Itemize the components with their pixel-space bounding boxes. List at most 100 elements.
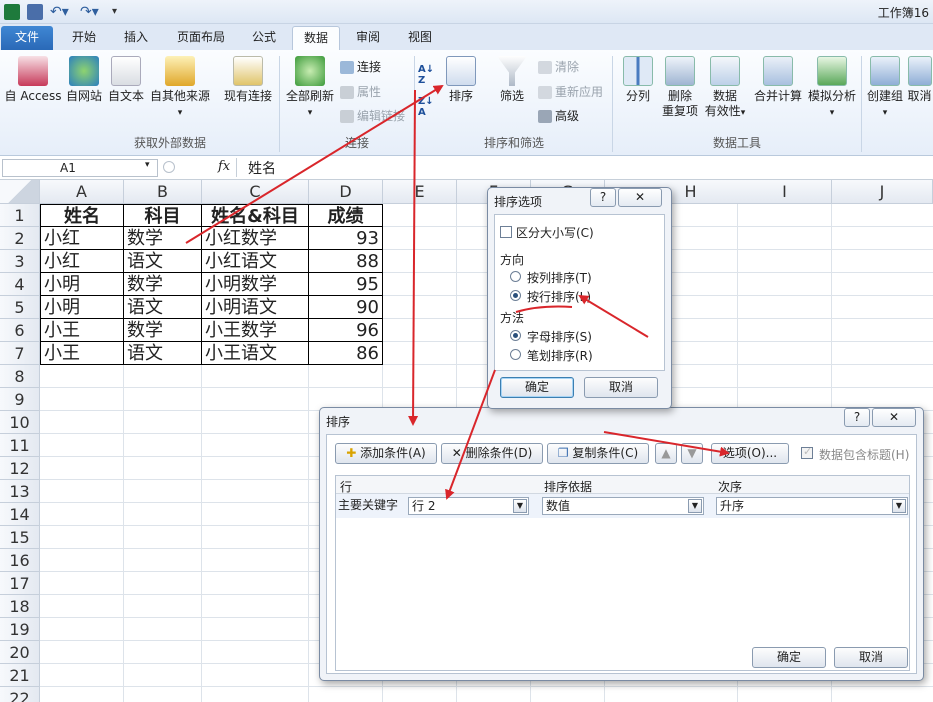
reapply-button[interactable]: 重新应用 bbox=[538, 84, 603, 100]
text-to-columns-button[interactable]: 分列 bbox=[618, 56, 658, 104]
cell[interactable]: 小王语文 bbox=[202, 342, 309, 365]
column-header-c[interactable]: C bbox=[202, 180, 309, 204]
cell[interactable]: 88 bbox=[309, 250, 383, 273]
close-button[interactable]: ✕ bbox=[872, 408, 916, 427]
customize-qat-icon[interactable]: ▾ bbox=[112, 4, 124, 20]
data-validation-button[interactable]: 数据 有效性▾ bbox=[702, 56, 748, 121]
cell[interactable]: 数学 bbox=[124, 319, 202, 342]
column-header-b[interactable]: B bbox=[124, 180, 202, 204]
tab-home[interactable]: 开始 bbox=[62, 26, 106, 50]
row-header[interactable]: 14 bbox=[0, 503, 40, 526]
ungroup-button[interactable]: 取消 bbox=[906, 56, 933, 104]
formula-input[interactable]: 姓名 bbox=[248, 158, 276, 178]
column-header-d[interactable]: D bbox=[309, 180, 383, 204]
row-header[interactable]: 5 bbox=[0, 296, 40, 319]
row-header[interactable]: 4 bbox=[0, 273, 40, 296]
group-button[interactable]: 创建组 ▾ bbox=[864, 56, 906, 121]
cell[interactable]: 86 bbox=[309, 342, 383, 365]
cell[interactable]: 93 bbox=[309, 227, 383, 250]
move-up-button[interactable]: ▲ bbox=[655, 443, 677, 464]
cell[interactable]: 小红数学 bbox=[202, 227, 309, 250]
cell[interactable]: 90 bbox=[309, 296, 383, 319]
cell[interactable]: 小红语文 bbox=[202, 250, 309, 273]
row-header[interactable]: 16 bbox=[0, 549, 40, 572]
properties-button[interactable]: 属性 bbox=[340, 84, 381, 100]
cell[interactable]: 小明 bbox=[40, 296, 124, 319]
add-level-button[interactable]: ✚ 添加条件(A) bbox=[335, 443, 437, 464]
clear-button[interactable]: 清除 bbox=[538, 59, 579, 75]
sort-options-ok-button[interactable]: 确定 bbox=[500, 377, 574, 398]
cell[interactable]: 数学 bbox=[124, 273, 202, 296]
cell[interactable]: 小王数学 bbox=[202, 319, 309, 342]
row-header[interactable]: 13 bbox=[0, 480, 40, 503]
cell[interactable]: 数学 bbox=[124, 227, 202, 250]
cell[interactable]: 小明语文 bbox=[202, 296, 309, 319]
sort-az-icon[interactable]: A↓ Z bbox=[418, 64, 434, 86]
existing-connections-button[interactable]: 现有连接 bbox=[220, 56, 276, 104]
by-row-radio[interactable] bbox=[510, 290, 521, 301]
from-access-button[interactable]: 自 Access bbox=[4, 56, 62, 104]
name-box[interactable]: A1 bbox=[2, 159, 158, 177]
tab-file[interactable]: 文件 bbox=[1, 26, 53, 50]
remove-duplicates-button[interactable]: 删除 重复项 bbox=[658, 56, 702, 119]
tab-insert[interactable]: 插入 bbox=[114, 26, 158, 50]
row-header[interactable]: 11 bbox=[0, 434, 40, 457]
column-header-i[interactable]: I bbox=[738, 180, 832, 204]
tab-data[interactable]: 数据 bbox=[292, 26, 340, 50]
cell[interactable]: 95 bbox=[309, 273, 383, 296]
column-header-e[interactable]: E bbox=[383, 180, 457, 204]
row-header[interactable]: 7 bbox=[0, 342, 40, 365]
row-header[interactable]: 19 bbox=[0, 618, 40, 641]
close-button[interactable]: ✕ bbox=[618, 188, 662, 207]
cell[interactable]: 成绩 bbox=[309, 204, 383, 227]
edit-links-button[interactable]: 编辑链接 bbox=[340, 108, 405, 124]
row-header[interactable]: 1 bbox=[0, 204, 40, 227]
from-text-button[interactable]: 自文本 bbox=[106, 56, 146, 104]
stroke-radio[interactable] bbox=[510, 349, 521, 360]
order-select[interactable]: 升序 ▼ bbox=[716, 497, 908, 515]
sort-options-cancel-button[interactable]: 取消 bbox=[584, 377, 658, 398]
options-button[interactable]: 选项(O)... bbox=[711, 443, 789, 464]
sort-ok-button[interactable]: 确定 bbox=[752, 647, 826, 668]
column-header-j[interactable]: J bbox=[832, 180, 933, 204]
row-header[interactable]: 10 bbox=[0, 411, 40, 434]
row-header[interactable]: 6 bbox=[0, 319, 40, 342]
connections-button[interactable]: 连接 bbox=[340, 59, 381, 75]
cell[interactable]: 语文 bbox=[124, 342, 202, 365]
row-header[interactable]: 17 bbox=[0, 572, 40, 595]
from-other-sources-button[interactable]: 自其他来源 ▾ bbox=[148, 56, 212, 121]
help-button[interactable]: ? bbox=[844, 408, 870, 427]
tab-formulas[interactable]: 公式 bbox=[242, 26, 286, 50]
name-box-dropdown-icon[interactable]: ▾ bbox=[145, 160, 150, 170]
undo-icon[interactable]: ↶▾ bbox=[50, 4, 70, 20]
cell[interactable]: 小明数学 bbox=[202, 273, 309, 296]
cell[interactable]: 小红 bbox=[40, 227, 124, 250]
by-column-radio[interactable] bbox=[510, 271, 521, 282]
row-header[interactable]: 15 bbox=[0, 526, 40, 549]
advanced-filter-button[interactable]: 高级 bbox=[538, 108, 579, 124]
delete-level-button[interactable]: ✕ 删除条件(D) bbox=[441, 443, 543, 464]
tab-review[interactable]: 审阅 bbox=[346, 26, 390, 50]
copy-level-button[interactable]: ❐ 复制条件(C) bbox=[547, 443, 649, 464]
alphabetic-radio[interactable] bbox=[510, 330, 521, 341]
key-select[interactable]: 行 2 ▼ bbox=[408, 497, 529, 515]
row-header[interactable]: 3 bbox=[0, 250, 40, 273]
redo-icon[interactable]: ↷▾ bbox=[80, 4, 100, 20]
sort-za-icon[interactable]: Z↓ A bbox=[418, 96, 434, 118]
row-header[interactable]: 21 bbox=[0, 664, 40, 687]
cell[interactable]: 姓名&科目 bbox=[202, 204, 309, 227]
has-headers-checkbox[interactable]: ✓ bbox=[801, 445, 813, 459]
cell[interactable]: 小王 bbox=[40, 319, 124, 342]
refresh-all-button[interactable]: 全部刷新 ▾ bbox=[284, 56, 336, 121]
sort-on-select[interactable]: 数值 ▼ bbox=[542, 497, 704, 515]
row-header[interactable]: 9 bbox=[0, 388, 40, 411]
from-web-button[interactable]: 自网站 bbox=[64, 56, 104, 104]
cell[interactable]: 语文 bbox=[124, 296, 202, 319]
move-down-button[interactable]: ▼ bbox=[681, 443, 703, 464]
cell[interactable]: 96 bbox=[309, 319, 383, 342]
case-sensitive-checkbox[interactable] bbox=[500, 226, 512, 238]
filter-button[interactable]: 筛选 bbox=[492, 56, 532, 104]
cell[interactable]: 姓名 bbox=[40, 204, 124, 227]
row-header[interactable]: 2 bbox=[0, 227, 40, 250]
row-header[interactable]: 8 bbox=[0, 365, 40, 388]
